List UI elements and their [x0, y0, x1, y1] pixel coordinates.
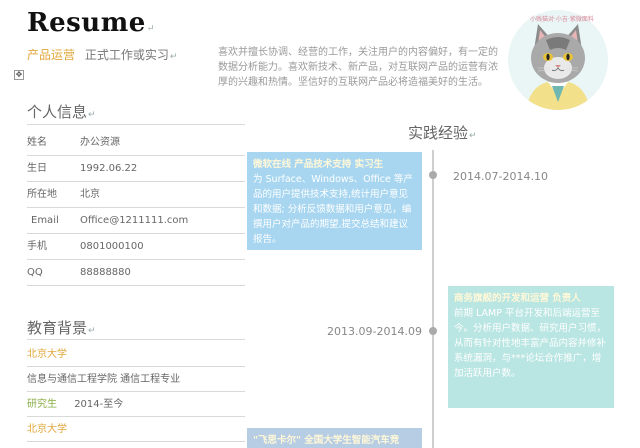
experience-date: 2013.09-2014.09 [327, 325, 422, 338]
timeline-dot [429, 171, 437, 179]
edu-school: 北京大学 [27, 342, 245, 367]
resume-title: Resume↵ [27, 8, 155, 38]
edu-degree: 研究生 2014-至今 [27, 392, 245, 417]
experience-date: 2014.07-2014.10 [453, 170, 548, 183]
info-row-birthday: 生日 1992.06.22 [27, 156, 245, 182]
info-row-email: Email Office@1211111.com [27, 208, 245, 234]
education-heading: 教育背景↵ [27, 319, 96, 337]
cat-portrait-icon [508, 10, 608, 110]
subtitle-line: 产品运营 正式工作或实习↵ [27, 48, 178, 62]
info-row-location: 所在地 北京 [27, 182, 245, 208]
experience-card-competition: "飞思卡尔" 全国大学生智能汽车竞 [247, 428, 422, 448]
experience-card-operations: 商务旗舰的开发和运营 负责人 前期 LAMP 平台开发和后端运营至今。分析用户数… [448, 286, 614, 408]
personal-info-heading: 个人信息↵ [27, 103, 96, 121]
divider [27, 339, 245, 340]
experience-card-microsoft: 微软在线 产品技术支持 实习生 为 Surface、Windows、Office… [247, 152, 422, 250]
target-role: 产品运营 [27, 48, 76, 62]
table-move-handle-icon[interactable]: ✥ [14, 70, 24, 80]
job-type: 正式工作或实习 [84, 48, 169, 62]
avatar [508, 10, 608, 110]
edu-school-2: 北京大学 [27, 417, 245, 442]
edu-major: 信息与通信工程学院 通信工程专业 [27, 367, 245, 392]
info-row-qq: QQ 88888880 [27, 260, 245, 286]
self-introduction: 喜欢并擅长协调、经营的工作，关注用户的内容偏好，有一定的数据分析能力。喜欢新技术… [218, 47, 498, 88]
timeline-dot [429, 327, 437, 335]
divider [27, 124, 245, 125]
timeline-line [432, 150, 434, 448]
info-row-phone: 手机 0801000100 [27, 234, 245, 260]
avatar-caption: 小贱猫对·小吉·紫微面料 [530, 16, 594, 23]
info-row-name: 姓名 办公资源 [27, 130, 245, 156]
experience-heading: 实践经验↵ [408, 124, 477, 142]
